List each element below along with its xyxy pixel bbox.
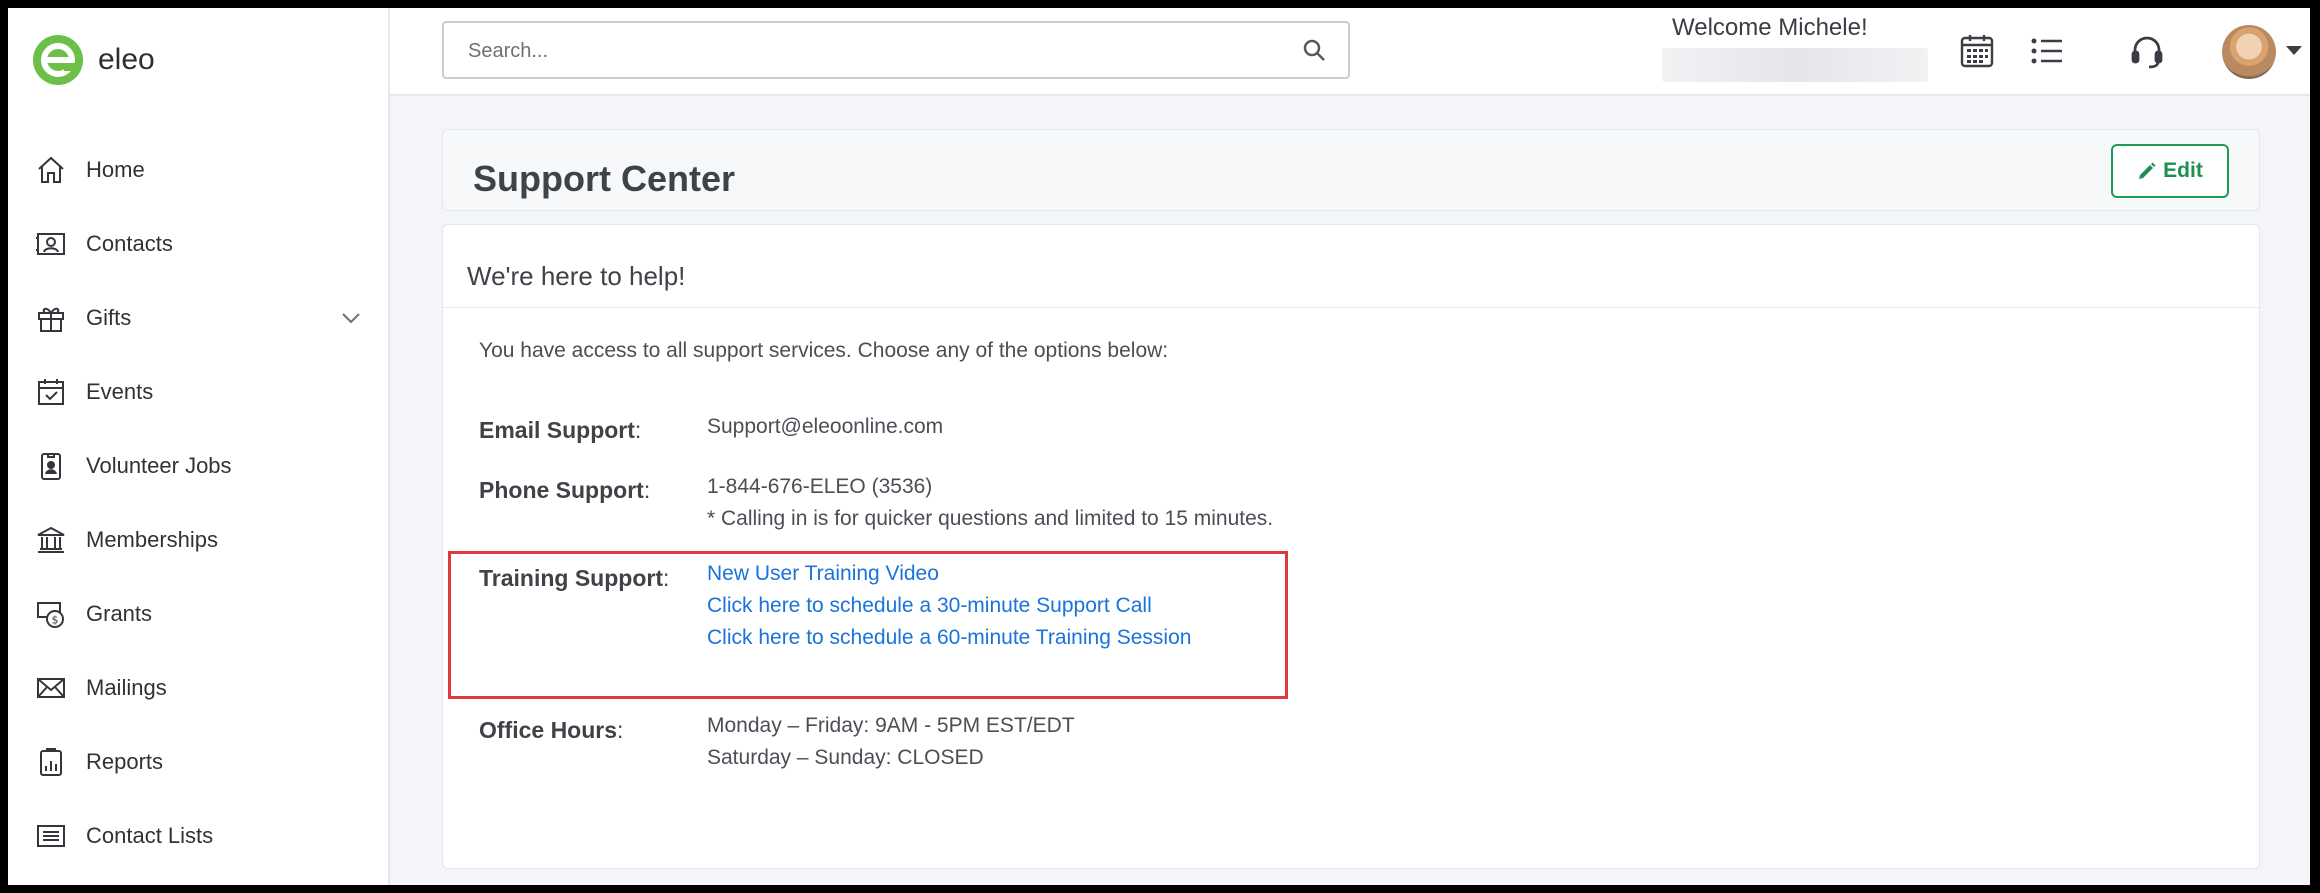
sidebar-item-label: Mailings xyxy=(86,675,167,700)
edit-button-label: Edit xyxy=(2163,159,2203,182)
app-window: eleo Home Contacts Gifts Events Voluntee… xyxy=(8,8,2310,885)
email-support-value: Support@eleoonline.com xyxy=(707,415,944,438)
list-box-icon xyxy=(34,819,68,853)
support-button[interactable] xyxy=(2126,30,2168,72)
sidebar-item-gifts[interactable]: Gifts xyxy=(8,281,388,355)
sidebar-item-label: Volunteer Jobs xyxy=(86,453,232,478)
calendar-button[interactable] xyxy=(1956,30,1998,72)
sidebar-item-label: Events xyxy=(86,379,154,404)
calendar-check-icon xyxy=(34,375,68,409)
weekend-hours: Saturday – Sunday: CLOSED xyxy=(707,746,984,769)
phone-number: 1-844-676-ELEO (3536) xyxy=(707,475,933,498)
calendar-grid-icon xyxy=(1960,35,1994,68)
training-links: New User Training Video Click here to sc… xyxy=(707,558,1191,654)
sidebar-item-label: Home xyxy=(86,157,145,182)
phone-support-value: 1-844-676-ELEO (3536) * Calling in is fo… xyxy=(707,471,1273,535)
support-card: We're here to help! You have access to a… xyxy=(442,224,2260,869)
sidebar-item-mailings[interactable]: Mailings xyxy=(8,651,388,725)
money-grant-icon: $ xyxy=(34,597,68,631)
contact-card-icon xyxy=(34,227,68,261)
bank-icon xyxy=(34,523,68,557)
search-input[interactable] xyxy=(466,23,1290,79)
sidebar-item-home[interactable]: Home xyxy=(8,133,388,207)
card-header: We're here to help! xyxy=(443,225,2259,308)
eleo-logo-icon xyxy=(33,35,83,85)
avatar[interactable] xyxy=(2222,25,2276,79)
report-icon xyxy=(34,745,68,779)
sidebar-item-events[interactable]: Events xyxy=(8,355,388,429)
intro-text: You have access to all support services.… xyxy=(479,339,1169,362)
email-support-label: Email Support: xyxy=(479,417,642,443)
sidebar-item-label: Contact Lists xyxy=(86,823,214,848)
sidebar-item-contact-lists[interactable]: Contact Lists xyxy=(8,799,388,873)
sidebar-item-reports[interactable]: Reports xyxy=(8,725,388,799)
pencil-icon xyxy=(2139,162,2156,179)
envelope-icon xyxy=(34,671,68,705)
office-hours-value: Monday – Friday: 9AM - 5PM EST/EDT Satur… xyxy=(707,710,1075,774)
redacted-org-name xyxy=(1662,48,1928,82)
top-bar: Welcome Michele! xyxy=(390,8,2310,96)
list-icon xyxy=(2031,38,2062,64)
welcome-message: Welcome Michele! xyxy=(1672,14,1868,41)
schedule-support-call-link[interactable]: Click here to schedule a 30-minute Suppo… xyxy=(707,590,1191,622)
sidebar-item-volunteer-jobs[interactable]: Volunteer Jobs xyxy=(8,429,388,503)
logo-text: eleo xyxy=(98,43,155,76)
headset-icon xyxy=(2131,36,2163,69)
badge-icon xyxy=(34,449,68,483)
schedule-training-session-link[interactable]: Click here to schedule a 60-minute Train… xyxy=(707,622,1191,654)
caret-down-icon[interactable] xyxy=(2286,46,2302,55)
search-icon[interactable] xyxy=(1302,38,1326,62)
sidebar-item-label: Memberships xyxy=(86,527,219,552)
search-box xyxy=(442,21,1350,79)
training-video-link[interactable]: New User Training Video xyxy=(707,558,1191,590)
edit-button[interactable]: Edit xyxy=(2111,144,2229,198)
weekday-hours: Monday – Friday: 9AM - 5PM EST/EDT xyxy=(707,714,1075,737)
sidebar-item-contacts[interactable]: Contacts xyxy=(8,207,388,281)
page-title: Support Center xyxy=(473,158,736,199)
sidebar-item-grants[interactable]: $ Grants xyxy=(8,577,388,651)
sidebar-item-label: Reports xyxy=(86,749,164,774)
sidebar: eleo Home Contacts Gifts Events Voluntee… xyxy=(8,8,390,885)
sidebar-item-label: Grants xyxy=(86,601,153,626)
sidebar-item-label: Contacts xyxy=(86,231,173,256)
gift-icon xyxy=(34,301,68,335)
office-hours-label: Office Hours: xyxy=(479,717,624,743)
svg-text:$: $ xyxy=(52,614,59,627)
task-list-button[interactable] xyxy=(2026,30,2068,72)
logo[interactable]: eleo xyxy=(32,34,155,86)
sidebar-nav: Home Contacts Gifts Events Volunteer Job… xyxy=(8,133,388,873)
page-header-card: Support Center Edit xyxy=(442,129,2260,211)
chevron-down-icon[interactable] xyxy=(340,307,362,329)
sidebar-item-label: Gifts xyxy=(86,305,132,330)
phone-support-label: Phone Support: xyxy=(479,477,651,503)
phone-note: * Calling in is for quicker questions an… xyxy=(707,507,1274,530)
training-support-label: Training Support: xyxy=(479,565,670,591)
card-title: We're here to help! xyxy=(467,261,686,291)
sidebar-item-memberships[interactable]: Memberships xyxy=(8,503,388,577)
home-icon xyxy=(34,153,68,187)
